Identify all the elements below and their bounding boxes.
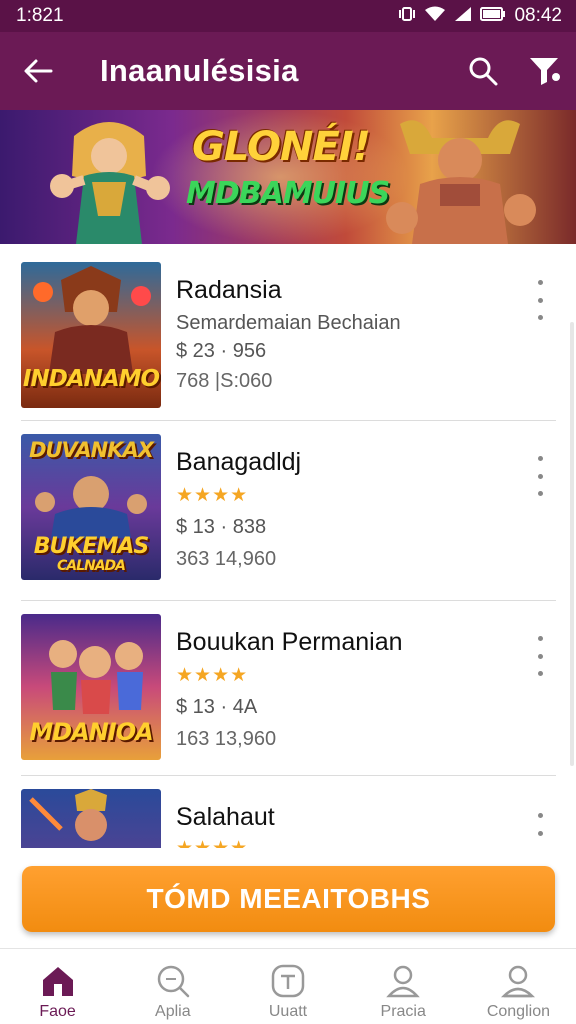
game-subtitle: Semardemaian Bechaian [176, 312, 401, 334]
thumbnail-title: MDANIOA [29, 718, 153, 746]
game-name: Bouukan Permanian [176, 628, 403, 656]
promo-banner[interactable]: GLONÉI! MDBAMUIUS [0, 110, 576, 244]
nav-item-profile[interactable]: Conglion [461, 949, 576, 1024]
list-item[interactable]: MDANIOA Bouukan Permanian ★★★★ $ 13 · 4A… [0, 600, 576, 775]
heroine-illustration [50, 122, 170, 244]
filter-button[interactable] [514, 32, 576, 110]
warrior-illustration [386, 120, 536, 244]
nav-item-add[interactable]: Uuatt [230, 949, 345, 1024]
page-title: Inaanulésisia [100, 53, 299, 88]
nav-label-user: Pracia [380, 1003, 426, 1020]
game-name: Radansia [176, 276, 282, 304]
back-button[interactable] [0, 32, 76, 110]
more-options-button[interactable] [528, 813, 552, 848]
thumbnail-subtitle: CALNADA [56, 558, 126, 574]
signal-icon [454, 6, 472, 26]
add-icon [270, 963, 306, 999]
game-count: 363 14,960 [176, 548, 277, 570]
list-item[interactable]: DUVANKAX BUKEMAS CALNADA Banagadldj ★★★★… [0, 420, 576, 595]
arrow-left-icon [24, 59, 53, 83]
app-bar: Inaanulésisia [0, 32, 576, 110]
nav-label-add: Uuatt [268, 1003, 308, 1020]
game-count: 768 |S:060 [176, 370, 273, 392]
game-name: Banagadldj [176, 448, 302, 476]
nav-label-home: Faoe [39, 1003, 76, 1020]
status-clock: 08:42 [514, 5, 562, 26]
more-options-button[interactable] [528, 636, 552, 676]
user-icon [385, 963, 421, 999]
rating-stars: ★★★★ [176, 485, 249, 506]
game-name: Salahaut [176, 803, 275, 831]
nav-label-search: Aplia [155, 1003, 191, 1020]
thumbnail-art [29, 789, 107, 841]
game-list: INDANAMO Radansia Semardemaian Bechaian … [0, 244, 576, 848]
nav-item-search[interactable]: Aplia [115, 949, 230, 1024]
game-price: $ 13 · 838 [176, 516, 267, 538]
search-icon [469, 57, 498, 86]
status-bar: 1:821 08:42 [0, 0, 576, 32]
game-thumbnail: MDANIOA [21, 614, 161, 760]
game-price: $ 23 · 956 [176, 340, 267, 362]
search-icon [155, 963, 191, 999]
nav-item-user[interactable]: Pracia [346, 949, 461, 1024]
status-time: 1:821 [16, 5, 64, 26]
game-thumbnail [21, 789, 161, 848]
scrollbar[interactable] [570, 322, 574, 766]
battery-icon [480, 6, 506, 26]
vibrate-icon [398, 6, 416, 26]
rating-stars: ★★★★ [176, 665, 249, 686]
home-icon [40, 963, 76, 999]
list-item[interactable]: INDANAMO Radansia Semardemaian Bechaian … [0, 244, 576, 419]
more-options-button[interactable] [528, 456, 552, 496]
more-options-button[interactable] [528, 280, 552, 320]
thumbnail-title: BUKEMAS [33, 534, 149, 559]
app-screen: 1:821 08:42 Inaanulésisia GLONÉI! MDBAMU… [0, 0, 576, 1024]
banner-subtitle: MDBAMUIUS [186, 176, 390, 211]
list-item[interactable]: Salahaut ★★★★ [0, 775, 576, 848]
search-button[interactable] [452, 32, 514, 110]
game-count: 163 13,960 [176, 728, 277, 750]
profile-icon [500, 963, 536, 999]
status-icons: 08:42 [398, 5, 562, 27]
thumbnail-title: INDANAMO [22, 366, 160, 392]
bottom-nav: Faoe Aplia Uuatt Pracia Conglion [0, 948, 576, 1024]
game-thumbnail: DUVANKAX BUKEMAS CALNADA [21, 434, 161, 580]
cta-button[interactable]: TÓMD MEEAITOBHS [22, 866, 555, 932]
game-price: $ 13 · 4A [176, 696, 258, 718]
nav-label-profile: Conglion [486, 1003, 550, 1020]
rating-stars: ★★★★ [176, 837, 248, 848]
banner-title: GLONÉI! [192, 124, 371, 170]
filter-icon [530, 58, 560, 85]
nav-item-home[interactable]: Faoe [0, 949, 115, 1024]
game-thumbnail: INDANAMO [21, 262, 161, 408]
wifi-icon [424, 6, 446, 26]
